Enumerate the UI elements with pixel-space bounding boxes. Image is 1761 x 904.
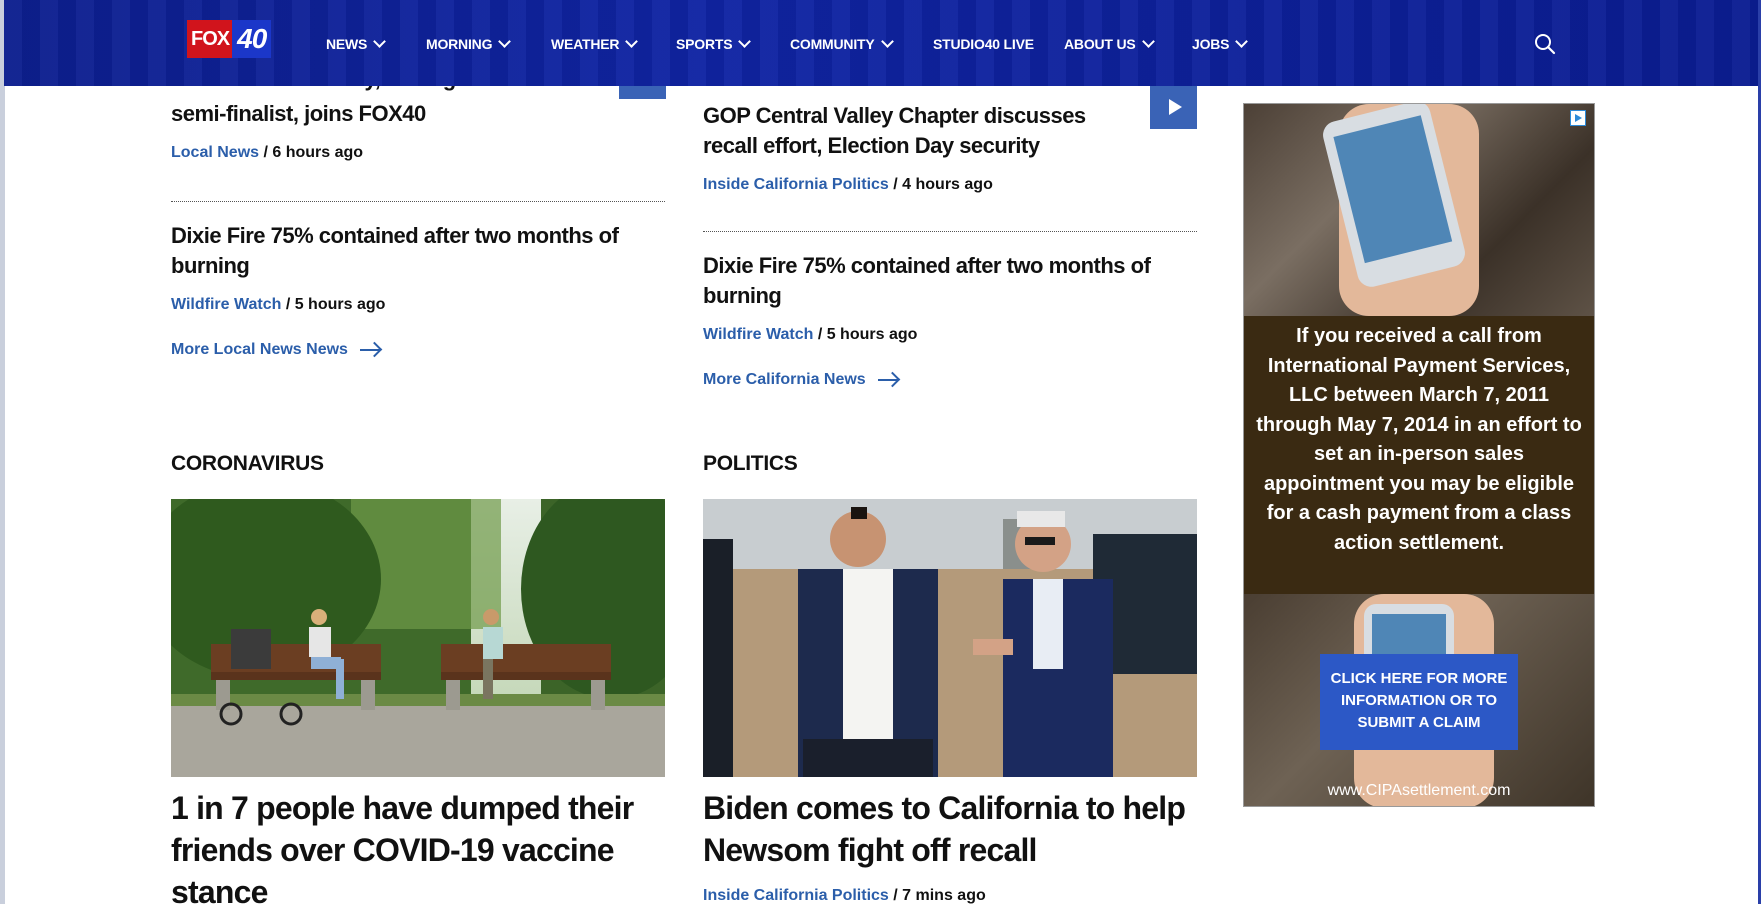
ad-phone-image-top [1244, 104, 1594, 316]
article-time: / 5 hours ago [813, 326, 918, 343]
article-category-link[interactable]: Local News [171, 144, 259, 161]
nav-jobs[interactable]: JOBS [1192, 33, 1272, 55]
search-icon[interactable] [1534, 33, 1556, 55]
adchoices-icon[interactable] [1570, 110, 1586, 126]
section-title-coronavirus[interactable]: CORONAVIRUS [171, 452, 324, 476]
arrow-right-icon [359, 349, 380, 351]
article-category-link[interactable]: Inside California Politics [703, 887, 889, 904]
nav-label: NEWS [326, 36, 368, 52]
article-headline[interactable]: Dixie Fire 75% contained after two month… [171, 221, 665, 281]
article-meta: Wildfire Watch / 5 hours ago [171, 295, 665, 315]
article-time: / 5 hours ago [281, 296, 386, 313]
california-news-article-1: GOP Central Valley Chapter discusses rec… [703, 101, 1197, 195]
nav-news[interactable]: NEWS [326, 33, 426, 55]
video-play-button[interactable] [1150, 84, 1197, 129]
local-news-article-1: semi-finalist, joins FOX40 Local News / … [171, 99, 665, 163]
chevron-down-icon [1235, 35, 1249, 48]
section-title-politics[interactable]: POLITICS [703, 452, 798, 476]
nav-studio40-live[interactable]: STUDIO40 LIVE [933, 33, 1064, 55]
chevron-down-icon [880, 35, 894, 48]
site-header: FOX 40 NEWS MORNING WEATHER SPORTS COMMU… [4, 0, 1758, 86]
chevron-down-icon [498, 35, 512, 48]
ad-phone-image-bottom: CLICK HERE FOR MORE INFORMATION OR TO SU… [1244, 594, 1594, 806]
article-headline[interactable]: Dixie Fire 75% contained after two month… [703, 251, 1197, 311]
nav-label: STUDIO40 LIVE [933, 36, 1034, 52]
more-local-news-link[interactable]: More Local News News [171, 341, 665, 359]
chevron-down-icon [738, 35, 752, 48]
nav-weather[interactable]: WEATHER [551, 33, 676, 55]
article-meta: Wildfire Watch / 5 hours ago [703, 325, 1197, 345]
article-divider [703, 231, 1197, 232]
nav-label: SPORTS [676, 36, 733, 52]
hand-phone-illustration [1323, 104, 1479, 316]
article-time: / 4 hours ago [888, 176, 993, 193]
article-meta: Inside California Politics / 4 hours ago [703, 175, 1197, 195]
more-california-news-link[interactable]: More California News [703, 371, 1197, 389]
article-divider [171, 201, 665, 202]
article-headline[interactable]: GOP Central Valley Chapter discusses rec… [703, 101, 1133, 161]
more-link-label: More California News [703, 371, 866, 388]
chevron-down-icon [625, 35, 639, 48]
nav-label: MORNING [426, 36, 493, 52]
park-bench-photo [171, 499, 665, 777]
article-meta: Local News / 6 hours ago [171, 143, 665, 163]
chevron-down-icon [1141, 35, 1155, 48]
logo-number: 40 [232, 20, 272, 58]
nav-label: JOBS [1192, 36, 1230, 52]
politics-article-headline[interactable]: Biden comes to California to help Newsom… [703, 787, 1197, 871]
politics-article-meta: Inside California Politics / 7 mins ago [703, 886, 986, 904]
arrow-right-icon [877, 379, 898, 381]
nav-sports[interactable]: SPORTS [676, 33, 790, 55]
nav-about-us[interactable]: ABOUT US [1064, 33, 1192, 55]
nav-label: WEATHER [551, 36, 620, 52]
more-link-label: More Local News News [171, 341, 348, 358]
frame-border-left [0, 0, 5, 904]
play-icon [1168, 98, 1182, 115]
politics-article-image[interactable] [703, 499, 1197, 777]
coronavirus-article-image[interactable] [171, 499, 665, 777]
coronavirus-article-headline[interactable]: 1 in 7 people have dumped their friends … [171, 787, 665, 904]
advertisement[interactable]: If you received a call from Internationa… [1243, 103, 1595, 807]
fox40-logo[interactable]: FOX 40 [187, 20, 277, 58]
nav-label: COMMUNITY [790, 36, 875, 52]
article-headline[interactable]: semi-finalist, joins FOX40 [171, 99, 665, 129]
local-news-article-2: Dixie Fire 75% contained after two month… [171, 221, 665, 359]
article-time: / 6 hours ago [259, 144, 364, 161]
biden-newsom-photo [703, 499, 1197, 777]
california-news-article-2: Dixie Fire 75% contained after two month… [703, 251, 1197, 389]
article-category-link[interactable]: Wildfire Watch [171, 296, 281, 313]
ad-cta-button[interactable]: CLICK HERE FOR MORE INFORMATION OR TO SU… [1320, 654, 1518, 750]
nav-morning[interactable]: MORNING [426, 33, 551, 55]
nav-label: ABOUT US [1064, 36, 1136, 52]
ad-message: If you received a call from Internationa… [1244, 316, 1594, 594]
article-category-link[interactable]: Wildfire Watch [703, 326, 813, 343]
ad-url: www.CIPAsettlement.com [1327, 782, 1511, 799]
article-time: / 7 mins ago [888, 887, 986, 904]
logo-fox-text: FOX [187, 20, 233, 58]
chevron-down-icon [373, 35, 387, 48]
nav-community[interactable]: COMMUNITY [790, 33, 933, 55]
article-category-link[interactable]: Inside California Politics [703, 176, 889, 193]
main-nav: NEWS MORNING WEATHER SPORTS COMMUNITY ST… [326, 33, 1272, 55]
